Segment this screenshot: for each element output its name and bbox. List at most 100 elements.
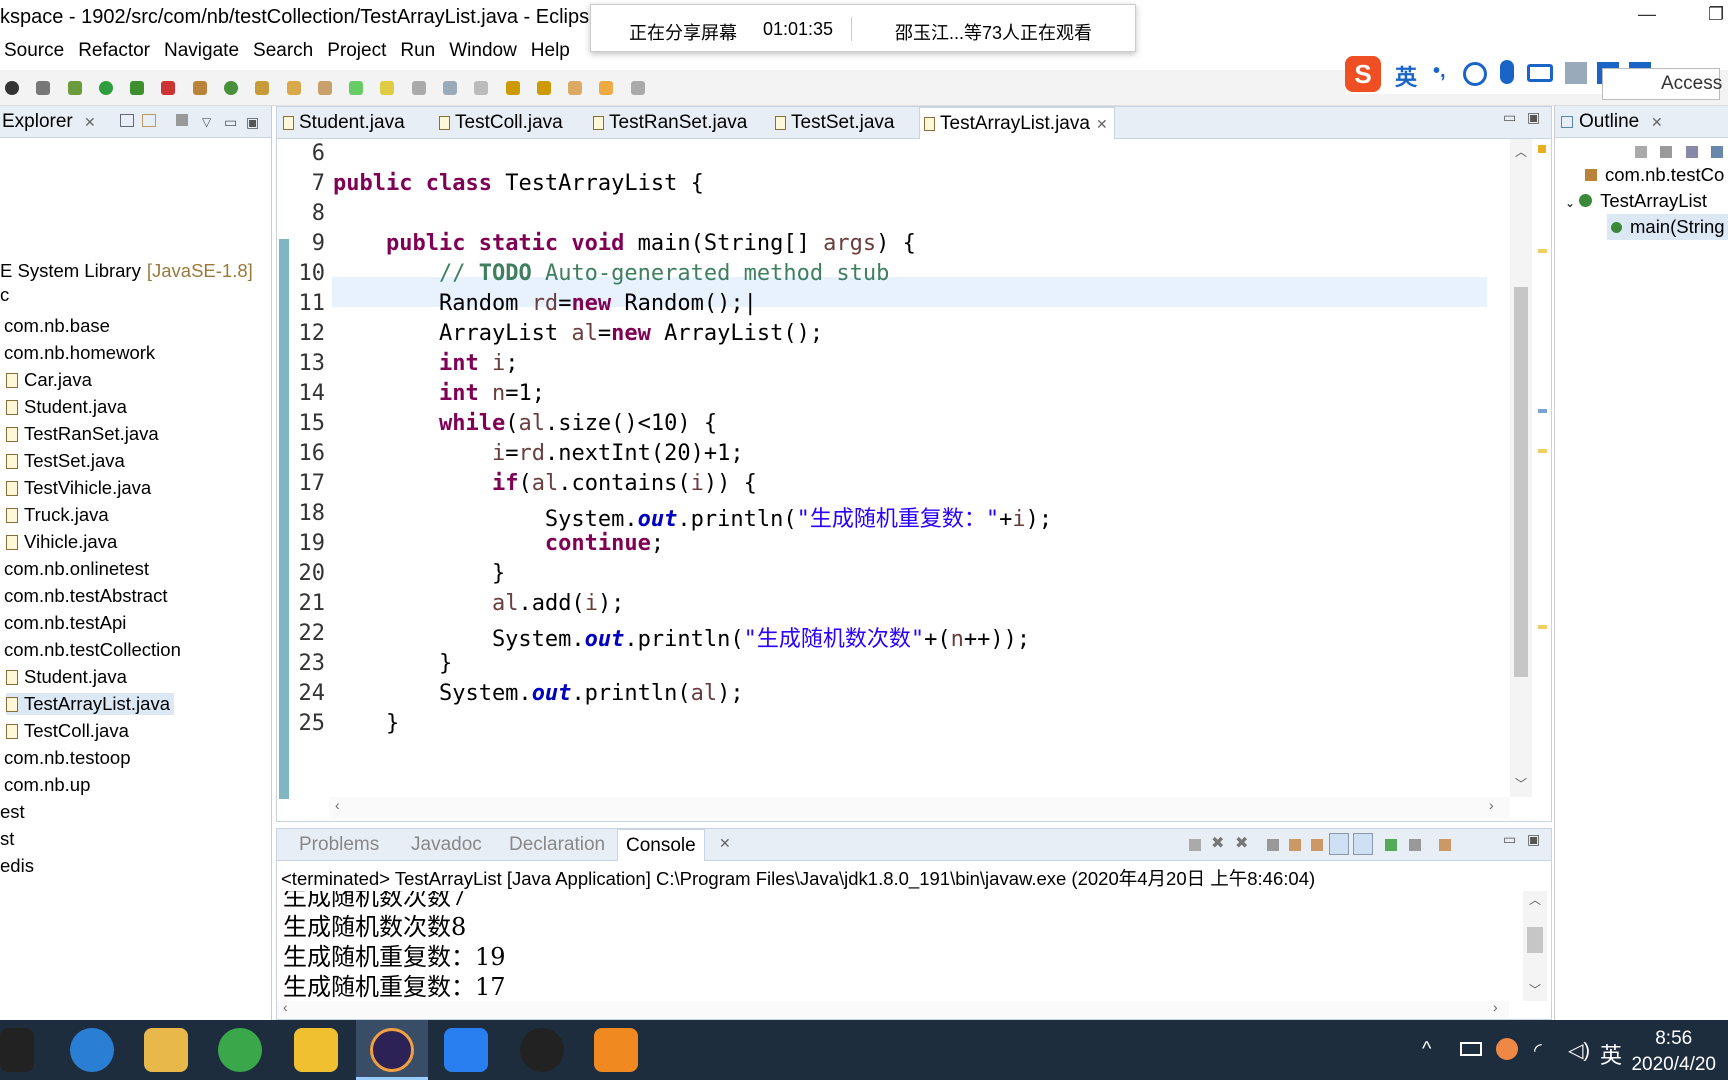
wps-writer-icon[interactable] bbox=[444, 1028, 488, 1072]
tree-item-file[interactable]: TestVihicle.java bbox=[6, 477, 151, 499]
toggle-mark-icon[interactable] bbox=[474, 81, 489, 95]
last-edit-icon[interactable] bbox=[568, 81, 583, 95]
tree-item-file[interactable]: TestColl.java bbox=[6, 720, 129, 742]
tree-item-package[interactable]: com.nb.homework bbox=[4, 342, 155, 364]
scrollbar-thumb[interactable] bbox=[1527, 927, 1543, 953]
sort-icon[interactable] bbox=[1635, 146, 1647, 158]
file-explorer-icon[interactable] bbox=[144, 1028, 188, 1072]
close-icon[interactable]: ✕ bbox=[1651, 106, 1663, 138]
view-menu-icon[interactable]: ▽ bbox=[202, 106, 211, 138]
code-line[interactable]: al.add(i); bbox=[333, 591, 624, 616]
qq-tray-icon[interactable] bbox=[1496, 1038, 1518, 1060]
outline-item-package[interactable]: com.nb.testCo bbox=[1585, 164, 1724, 186]
explorer-tab[interactable]: Explorer bbox=[2, 106, 73, 138]
collapse-all-icon[interactable] bbox=[120, 114, 134, 127]
tab-testset-java[interactable]: TestSet.java bbox=[771, 107, 895, 139]
tab-student-java[interactable]: Student.java bbox=[279, 107, 405, 139]
code-line[interactable]: while(al.size()<10) { bbox=[333, 411, 717, 436]
chevron-down-icon[interactable]: ⌄ bbox=[1565, 196, 1575, 210]
sublime-icon[interactable] bbox=[594, 1028, 638, 1072]
pin-console-icon[interactable] bbox=[1385, 839, 1397, 851]
open-folder-icon[interactable] bbox=[286, 81, 301, 95]
close-icon[interactable]: ✕ bbox=[84, 106, 96, 138]
ime-indicator[interactable]: 英 bbox=[1600, 1038, 1622, 1070]
forward-icon[interactable] bbox=[630, 81, 645, 95]
menu-run[interactable]: Run bbox=[400, 38, 435, 64]
outline-item-method[interactable]: main(String bbox=[1607, 214, 1728, 240]
sogou-browser-icon[interactable] bbox=[70, 1028, 114, 1072]
warning-marker[interactable] bbox=[1538, 625, 1547, 629]
tree-item[interactable]: c bbox=[0, 284, 9, 306]
code-line[interactable]: int i; bbox=[333, 351, 519, 376]
menu-help[interactable]: Help bbox=[531, 38, 570, 64]
console-vertical-scrollbar[interactable]: ︿ ﹀ bbox=[1523, 891, 1547, 1001]
show-on-error-icon[interactable] bbox=[1353, 833, 1373, 855]
show-on-output-icon[interactable] bbox=[1329, 833, 1349, 855]
remove-all-icon[interactable]: ✖ bbox=[1235, 833, 1248, 853]
debug-icon[interactable] bbox=[5, 81, 19, 95]
new-package-icon[interactable] bbox=[192, 81, 207, 95]
tab-javadoc[interactable]: Javadoc bbox=[411, 829, 482, 861]
search-icon[interactable] bbox=[317, 81, 332, 95]
scroll-lock-icon[interactable] bbox=[1289, 839, 1301, 851]
menu-refactor[interactable]: Refactor bbox=[78, 38, 150, 64]
code-line[interactable]: } bbox=[333, 651, 452, 676]
scroll-down-icon[interactable]: ﹀ bbox=[1515, 775, 1527, 792]
bug-icon[interactable] bbox=[67, 81, 82, 95]
scrollbar-thumb[interactable] bbox=[1514, 287, 1528, 677]
block-selection-icon[interactable] bbox=[442, 81, 457, 95]
wechat-icon[interactable] bbox=[218, 1028, 262, 1072]
prev-annotation-icon[interactable] bbox=[536, 81, 551, 95]
maximize-view-icon[interactable]: ▣ bbox=[1527, 109, 1540, 126]
user-icon[interactable] bbox=[1565, 62, 1587, 84]
tab-testarraylist-java[interactable]: TestArrayList.java ✕ bbox=[919, 107, 1115, 139]
maximize-view-icon[interactable]: ▣ bbox=[1527, 831, 1540, 848]
filter-icon[interactable] bbox=[176, 114, 188, 126]
emoji-icon[interactable] bbox=[1463, 62, 1487, 86]
warning-marker[interactable] bbox=[1538, 249, 1547, 253]
console-horizontal-scrollbar[interactable]: ‹ › bbox=[277, 999, 1509, 1019]
scroll-left-icon[interactable]: ‹ bbox=[283, 999, 288, 1015]
new-class-icon[interactable] bbox=[223, 81, 238, 95]
menu-navigate[interactable]: Navigate bbox=[164, 38, 239, 64]
tree-item[interactable]: edis bbox=[0, 855, 34, 877]
code-line[interactable]: Random rd=new Random();| bbox=[333, 291, 757, 316]
editor-horizontal-scrollbar[interactable]: ‹ › bbox=[329, 797, 1510, 819]
next-annotation-icon[interactable] bbox=[505, 81, 520, 95]
code-line[interactable]: int n=1; bbox=[333, 381, 545, 406]
external-tools-icon[interactable] bbox=[161, 81, 176, 95]
code-line[interactable]: public class TestArrayList { bbox=[333, 171, 704, 196]
code-line[interactable]: continue; bbox=[333, 531, 664, 556]
scroll-right-icon[interactable]: › bbox=[1493, 999, 1498, 1015]
tree-item-file[interactable]: Student.java bbox=[6, 666, 127, 688]
menu-project[interactable]: Project bbox=[327, 38, 386, 64]
code-line[interactable]: } bbox=[333, 711, 399, 736]
tree-item-package[interactable]: com.nb.up bbox=[4, 774, 90, 796]
outline-item-class[interactable]: ⌄ TestArrayList bbox=[1565, 190, 1707, 212]
scroll-left-icon[interactable]: ‹ bbox=[335, 797, 340, 813]
minimize-view-icon[interactable]: ▭ bbox=[224, 106, 237, 138]
code-line[interactable]: if(al.contains(i)) { bbox=[333, 471, 757, 496]
menu-window[interactable]: Window bbox=[449, 38, 517, 64]
terminate-icon[interactable] bbox=[1189, 839, 1201, 851]
warning-marker[interactable] bbox=[1538, 449, 1547, 453]
share-viewers[interactable]: 邵玉江...等73人正在观看 bbox=[895, 19, 1092, 45]
tree-item-file[interactable]: Truck.java bbox=[6, 504, 109, 526]
tree-item-package[interactable]: com.nb.base bbox=[4, 315, 110, 337]
code-line[interactable]: // TODO Auto-generated method stub bbox=[333, 261, 889, 286]
system-clock[interactable]: 8:56 2020/4/20 bbox=[1631, 1026, 1716, 1078]
close-icon[interactable]: ✕ bbox=[1096, 108, 1108, 140]
sogou-logo-icon[interactable]: S bbox=[1345, 56, 1381, 92]
highlight-icon[interactable] bbox=[380, 81, 395, 95]
eclipse-taskbar-button[interactable] bbox=[356, 1020, 428, 1080]
code-line[interactable]: System.out.println("生成随机数次数"+(n++)); bbox=[333, 621, 1030, 653]
open-type-icon[interactable] bbox=[255, 81, 270, 95]
battery-icon[interactable] bbox=[1460, 1042, 1482, 1056]
skip-breakpoints-icon[interactable] bbox=[36, 81, 51, 95]
qq-icon[interactable] bbox=[0, 1028, 34, 1072]
keyboard-icon[interactable] bbox=[1527, 64, 1553, 82]
scroll-up-icon[interactable]: ︿ bbox=[1529, 891, 1541, 908]
menu-source[interactable]: Source bbox=[4, 38, 64, 64]
code-line[interactable]: i=rd.nextInt(20)+1; bbox=[333, 441, 744, 466]
scroll-up-icon[interactable]: ︿ bbox=[1515, 143, 1527, 160]
